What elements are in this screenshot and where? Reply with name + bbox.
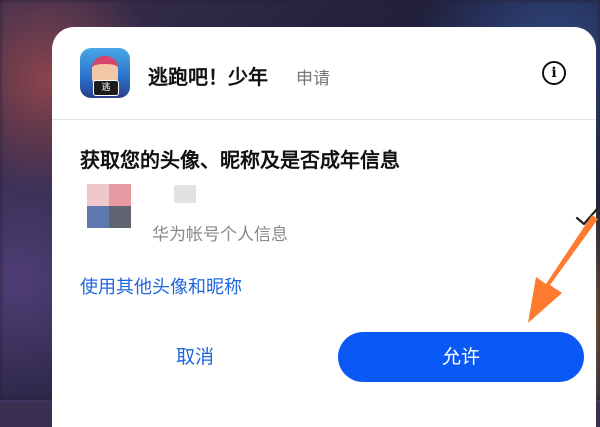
account-option[interactable]: 华为帐号个人信息 (80, 180, 599, 260)
app-icon: 逃 (80, 48, 130, 98)
allow-button[interactable]: 允许 (338, 332, 584, 382)
dialog-header: 逃 逃跑吧！少年 申请 i (52, 27, 596, 120)
cancel-button[interactable]: 取消 (80, 332, 310, 382)
app-name: 逃跑吧！少年 (148, 65, 268, 89)
avatar (87, 184, 131, 228)
authorization-dialog: 逃 逃跑吧！少年 申请 i 获取您的头像、昵称及是否成年信息 华为帐号个人信息 … (52, 27, 599, 427)
info-icon[interactable]: i (542, 61, 566, 85)
nickname-placeholder (174, 185, 196, 203)
app-icon-badge: 逃 (93, 80, 119, 96)
pointer-arrow-icon (528, 215, 598, 323)
permission-scope-title: 获取您的头像、昵称及是否成年信息 (80, 148, 400, 172)
request-label: 申请 (296, 69, 330, 89)
account-caption: 华为帐号个人信息 (152, 225, 288, 245)
use-other-avatar-link[interactable]: 使用其他头像和昵称 (80, 273, 242, 299)
